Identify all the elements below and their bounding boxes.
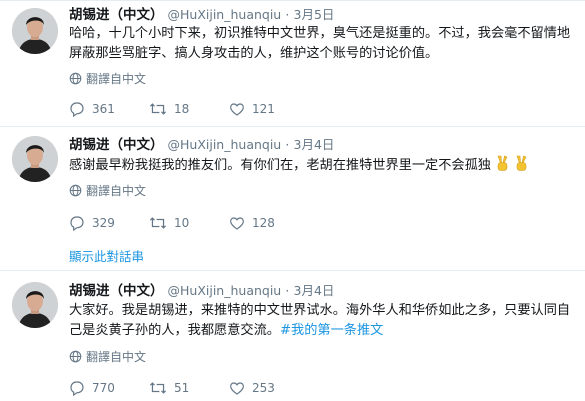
retweet-icon bbox=[149, 382, 167, 394]
retweet-button[interactable]: 18 bbox=[149, 101, 229, 117]
reply-button[interactable]: 361 bbox=[69, 101, 149, 117]
translate-globe-icon bbox=[69, 72, 82, 85]
display-name[interactable]: 胡锡进（中文） bbox=[69, 7, 164, 23]
separator-dot: · bbox=[285, 283, 290, 298]
reply-button[interactable]: 770 bbox=[69, 380, 149, 396]
like-button[interactable]: 253 bbox=[229, 380, 309, 396]
retweet-count: 51 bbox=[174, 381, 190, 395]
like-count: 253 bbox=[252, 381, 275, 395]
tweet-text: 哈哈，十几个小时下来，初识推特中文世界，臭气还是挺重的。不过，我会毫不留情地屏蔽… bbox=[69, 26, 571, 61]
translate-link[interactable]: 翻譯自中文 bbox=[69, 70, 146, 87]
tweet-3[interactable]: 胡锡进（中文） @HuXijin_huanqiu · 3月4日 大家好。我是胡锡进… bbox=[0, 271, 585, 401]
like-icon bbox=[230, 382, 244, 395]
retweet-count: 10 bbox=[174, 216, 190, 230]
show-thread-link[interactable]: 顯示此對話串 bbox=[69, 246, 144, 265]
tweet-header: 胡锡进（中文） @HuXijin_huanqiu · 3月5日 bbox=[69, 6, 334, 24]
tweet-header: 胡锡进（中文） @HuXijin_huanqiu · 3月4日 bbox=[69, 136, 334, 154]
action-bar: 770 51 253 bbox=[69, 380, 309, 396]
user-handle[interactable]: @HuXijin_huanqiu bbox=[168, 283, 282, 298]
victory-hand-emoji bbox=[514, 155, 529, 179]
tweet-text: 感谢最早粉我挺我的推友们。有你们在，老胡在推特世界里一定不会孤独 bbox=[69, 158, 491, 173]
separator-dot: · bbox=[285, 137, 290, 152]
translate-label[interactable]: 翻譯自中文 bbox=[86, 348, 146, 365]
avatar[interactable] bbox=[12, 282, 58, 328]
separator-dot: · bbox=[285, 7, 290, 22]
action-bar: 329 10 128 bbox=[69, 215, 309, 231]
reply-icon bbox=[70, 381, 84, 396]
like-count: 121 bbox=[252, 102, 275, 116]
retweet-count: 18 bbox=[174, 102, 190, 116]
user-handle[interactable]: @HuXijin_huanqiu bbox=[168, 7, 282, 22]
like-icon bbox=[230, 217, 244, 230]
tweet-text-container: 感谢最早粉我挺我的推友们。有你们在，老胡在推特世界里一定不会孤独 bbox=[69, 155, 574, 179]
retweet-button[interactable]: 10 bbox=[149, 215, 229, 231]
translate-globe-icon bbox=[69, 184, 82, 197]
victory-hand-emoji bbox=[495, 155, 510, 179]
translate-label[interactable]: 翻譯自中文 bbox=[86, 70, 146, 87]
like-icon bbox=[230, 103, 244, 116]
translate-link[interactable]: 翻譯自中文 bbox=[69, 348, 146, 365]
retweet-icon bbox=[149, 103, 167, 115]
retweet-icon bbox=[149, 217, 167, 229]
translate-globe-icon bbox=[69, 350, 82, 363]
like-button[interactable]: 128 bbox=[229, 215, 309, 231]
reply-icon bbox=[70, 216, 84, 231]
reply-count: 329 bbox=[92, 216, 115, 230]
translate-link[interactable]: 翻譯自中文 bbox=[69, 182, 146, 199]
timestamp[interactable]: 3月4日 bbox=[294, 283, 335, 298]
reply-icon bbox=[70, 102, 84, 117]
tweet-header: 胡锡进（中文） @HuXijin_huanqiu · 3月4日 bbox=[69, 282, 334, 300]
display-name[interactable]: 胡锡进（中文） bbox=[69, 283, 164, 299]
reply-count: 361 bbox=[92, 102, 115, 116]
timestamp[interactable]: 3月4日 bbox=[294, 137, 335, 152]
tweet-feed: 胡锡进（中文） @HuXijin_huanqiu · 3月5日 哈哈，十几个小时下… bbox=[0, 0, 585, 401]
display-name[interactable]: 胡锡进（中文） bbox=[69, 137, 164, 153]
hashtag-link[interactable]: #我的第一条推文 bbox=[280, 323, 383, 338]
like-count: 128 bbox=[252, 216, 275, 230]
timestamp[interactable]: 3月5日 bbox=[294, 7, 335, 22]
retweet-button[interactable]: 51 bbox=[149, 380, 229, 396]
translate-label[interactable]: 翻譯自中文 bbox=[86, 182, 146, 199]
tweet-text-container: 大家好。我是胡锡进，来推特的中文世界试水。海外华人和华侨如此之多，只要认同自己是… bbox=[69, 301, 574, 341]
reply-button[interactable]: 329 bbox=[69, 215, 149, 231]
tweet-1[interactable]: 胡锡进（中文） @HuXijin_huanqiu · 3月5日 哈哈，十几个小时下… bbox=[0, 0, 585, 126]
user-handle[interactable]: @HuXijin_huanqiu bbox=[168, 137, 282, 152]
tweet-2[interactable]: 胡锡进（中文） @HuXijin_huanqiu · 3月4日 感谢最早粉我挺我的… bbox=[0, 127, 585, 269]
action-bar: 361 18 121 bbox=[69, 101, 309, 117]
avatar[interactable] bbox=[12, 136, 58, 182]
like-button[interactable]: 121 bbox=[229, 101, 309, 117]
reply-count: 770 bbox=[92, 381, 115, 395]
avatar[interactable] bbox=[12, 8, 58, 54]
